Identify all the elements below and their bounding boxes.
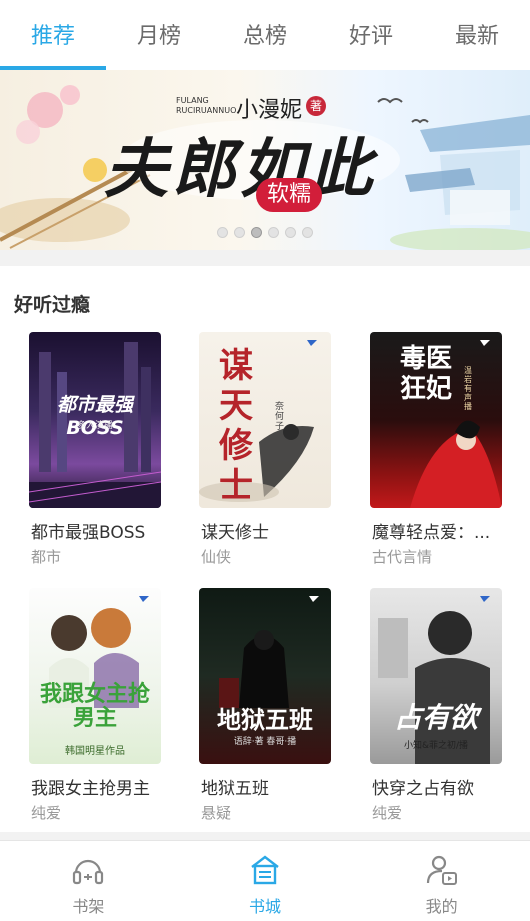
carousel-dot-active[interactable]: [251, 227, 262, 238]
book-card[interactable]: 地狱五班 语辞·著 春哥·播 地狱五班 悬疑: [199, 588, 331, 822]
book-cover[interactable]: 谋天修士 奈何子: [199, 332, 331, 508]
banner-title-seal: 软糯: [256, 178, 322, 212]
tab-label: 总榜: [242, 24, 287, 49]
book-cover[interactable]: 毒医狂妃 温岩有声播: [370, 332, 502, 508]
carousel-dot[interactable]: [268, 227, 279, 238]
tab-monthly-rank[interactable]: 月榜: [106, 0, 212, 70]
cover-title: 毒医狂妃: [400, 344, 453, 404]
book-cover[interactable]: 我跟女主抢男主 韩国明星作品: [29, 588, 161, 764]
book-genre: 古代言情: [372, 548, 433, 566]
cover-subtitle: 多人演播: [76, 421, 113, 431]
cover-subtitle: 韩国明星作品: [65, 746, 125, 757]
book-card[interactable]: 都市最强BOSS 多人演播 都市最强BOSS 都市: [29, 332, 161, 566]
tab-label: 月榜: [136, 24, 181, 49]
tab-top-rated[interactable]: 好评: [318, 0, 424, 70]
book-card[interactable]: 我跟女主抢男主 韩国明星作品 我跟女主抢男主 纯爱: [29, 588, 161, 822]
tab-label: 好评: [348, 24, 393, 49]
cover-title: 我跟女主抢男主: [39, 681, 150, 731]
nav-label: 书架: [72, 897, 105, 916]
profile-icon: [426, 855, 457, 885]
book-genre: 悬疑: [201, 804, 232, 822]
book-title[interactable]: 都市最强BOSS: [31, 518, 145, 543]
cover-title: 谋天修士: [219, 346, 253, 506]
carousel-dot[interactable]: [285, 227, 296, 238]
carousel-dot[interactable]: [217, 227, 228, 238]
book-cover[interactable]: 都市最强BOSS 多人演播: [29, 332, 161, 508]
promo-banner[interactable]: FULANG RUCIRUANNUO 小漫妮 著 夫郎如此 软糯: [0, 70, 530, 250]
cover-art: [49, 596, 149, 708]
carousel-dot[interactable]: [234, 227, 245, 238]
tab-total-rank[interactable]: 总榜: [212, 0, 318, 70]
bottom-nav: 书架 书城 我的: [0, 840, 530, 921]
cover-subtitle: 语辞·著 春哥·播: [233, 737, 297, 747]
nav-label: 书城: [249, 897, 282, 916]
book-title[interactable]: 我跟女主抢男主: [31, 774, 150, 799]
section-title: 好听过瘾: [14, 294, 91, 316]
nav-bookshelf[interactable]: 书架: [0, 841, 177, 921]
book-genre: 都市: [31, 548, 62, 566]
nav-label: 我的: [425, 897, 458, 916]
book-title[interactable]: 魔尊轻点爱：...: [372, 518, 490, 543]
cover-subtitle: 温岩有声播: [464, 366, 472, 411]
book-genre: 纯爱: [372, 804, 403, 822]
tab-recommend[interactable]: 推荐: [0, 0, 106, 70]
bookstore-icon: [251, 855, 279, 885]
cover-title: 占有欲: [393, 701, 478, 734]
book-cover[interactable]: 占有欲 小知&菲之初/播: [370, 588, 502, 764]
nav-bookstore[interactable]: 书城: [177, 841, 354, 921]
top-tab-bar: 推荐 月榜 总榜 好评 最新: [0, 0, 530, 70]
cover-title: 都市最强BOSS: [56, 394, 133, 439]
author-seal-badge: 著: [306, 96, 326, 116]
book-card[interactable]: 毒医狂妃 温岩有声播 魔尊轻点爱：... 古代言情: [370, 332, 502, 566]
tab-newest[interactable]: 最新: [424, 0, 530, 70]
nav-profile[interactable]: 我的: [353, 841, 530, 921]
carousel-indicator: [0, 227, 530, 238]
tab-label: 最新: [454, 24, 499, 49]
cover-title: 地狱五班: [217, 705, 313, 734]
book-card[interactable]: 谋天修士 奈何子 谋天修士 仙侠: [199, 332, 331, 566]
book-title[interactable]: 谋天修士: [201, 518, 269, 543]
book-section: 好听过瘾 都市最强BOSS 多人演播 都市最强BOSS 都市 谋天修士 奈何子 …: [0, 266, 530, 832]
book-title[interactable]: 地狱五班: [201, 774, 269, 799]
banner-pinyin: FULANG RUCIRUANNUO: [176, 96, 237, 115]
cover-subtitle: 小知&菲之初/播: [403, 741, 469, 751]
headphones-icon: [73, 859, 104, 885]
book-genre: 纯爱: [31, 804, 62, 822]
book-genre: 仙侠: [201, 548, 232, 566]
book-card[interactable]: 占有欲 小知&菲之初/播 快穿之占有欲 纯爱: [370, 588, 502, 822]
banner-title: 夫郎如此: [104, 132, 376, 207]
cover-subtitle: 奈何子: [275, 402, 285, 432]
tab-label: 推荐: [30, 24, 75, 49]
book-cover[interactable]: 地狱五班 语辞·著 春哥·播: [199, 588, 331, 764]
book-title[interactable]: 快穿之占有欲: [372, 774, 474, 799]
carousel-dot[interactable]: [302, 227, 313, 238]
